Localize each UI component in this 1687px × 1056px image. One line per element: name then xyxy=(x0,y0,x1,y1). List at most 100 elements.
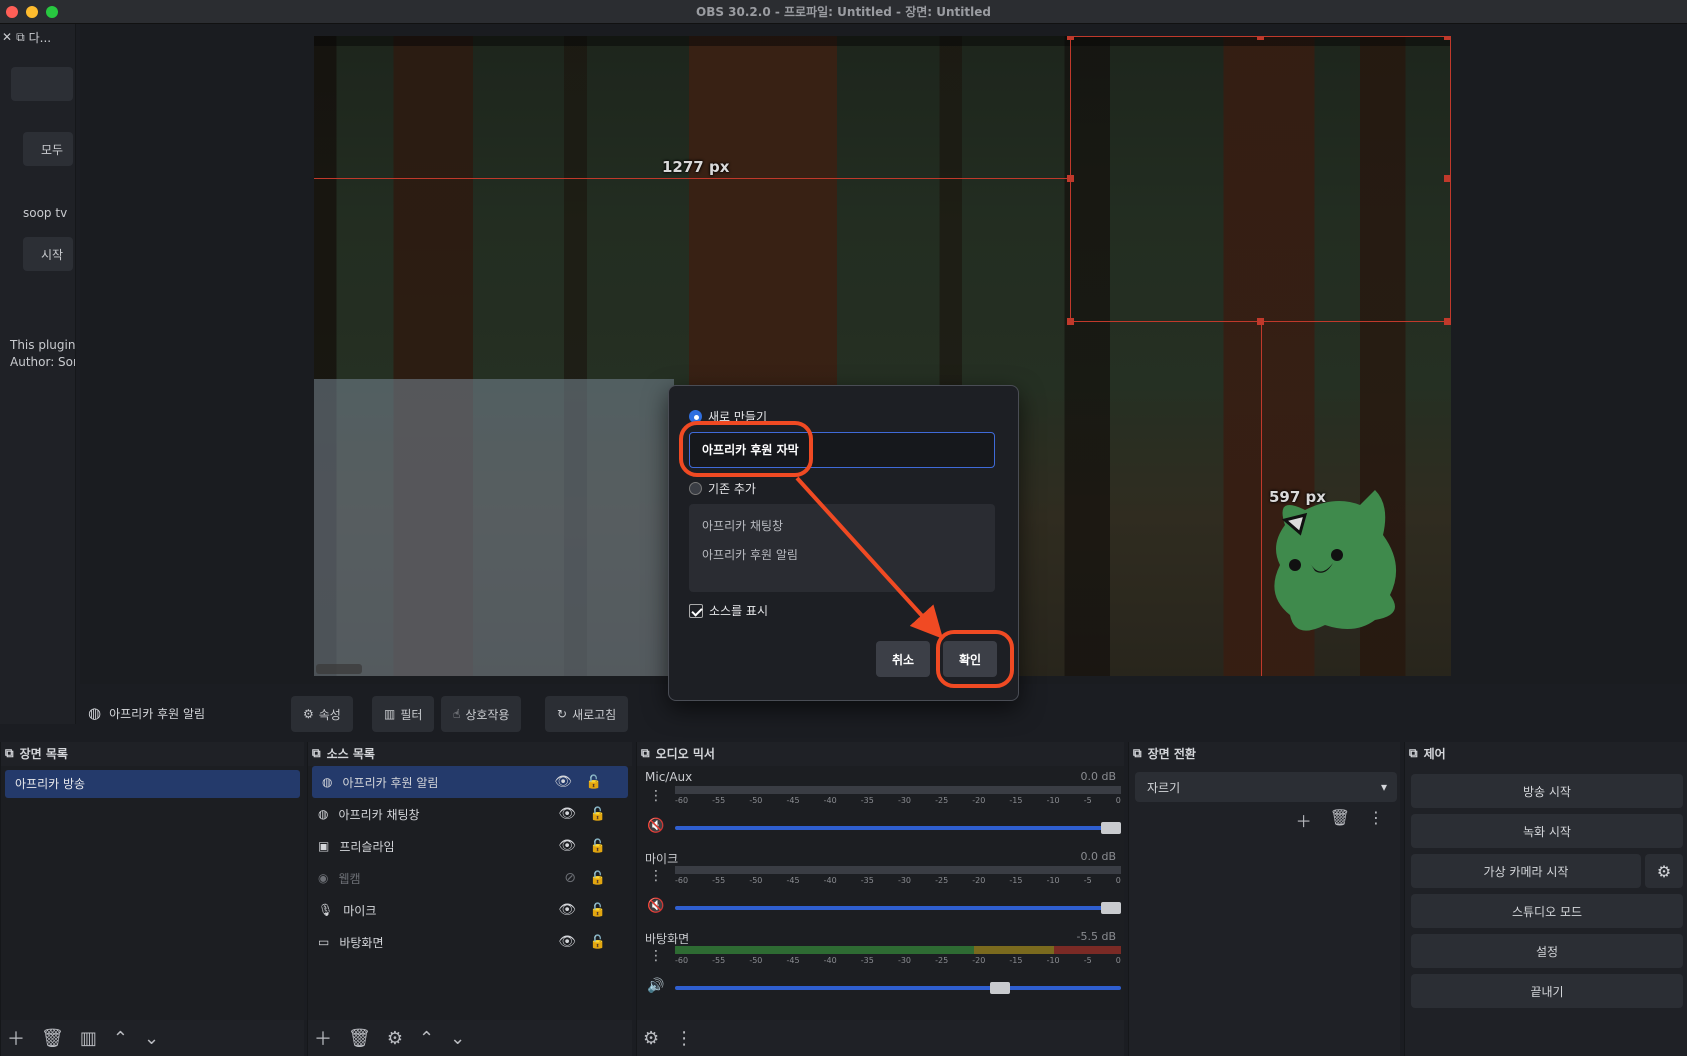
remove-transition-icon[interactable]: 🗑 xyxy=(1330,808,1350,832)
filters-button[interactable]: ▥ 필터 xyxy=(372,696,435,732)
source-item[interactable]: 🎙 마이크 👁 🔓 xyxy=(308,894,632,926)
refresh-button[interactable]: ↻ 새로고침 xyxy=(545,696,629,732)
visibility-eye-icon[interactable]: 👁 xyxy=(558,934,576,950)
start-recording-button[interactable]: 녹화 시작 xyxy=(1411,814,1683,848)
resize-handle[interactable] xyxy=(1067,175,1074,182)
transition-toolbar: ＋ 🗑 ⋮ xyxy=(1296,808,1384,832)
exit-button[interactable]: 끝내기 xyxy=(1411,974,1683,1008)
minimize-window-button[interactable] xyxy=(26,6,38,18)
volume-slider-handle[interactable] xyxy=(989,982,1010,994)
volume-slider-handle[interactable] xyxy=(1101,902,1121,914)
transition-select[interactable]: 자르기 ▾ xyxy=(1135,772,1397,802)
add-existing-option[interactable]: 기존 추가 xyxy=(689,480,756,497)
add-scene-icon[interactable]: ＋ xyxy=(7,1025,25,1051)
channel-db: 0.0 dB xyxy=(1080,850,1116,863)
resize-handle[interactable] xyxy=(1067,318,1074,325)
remove-source-icon[interactable]: 🗑 xyxy=(348,1028,371,1049)
webcam-source-box[interactable] xyxy=(314,379,674,676)
scene-filters-icon[interactable]: ▥ xyxy=(80,1028,97,1049)
volume-slider[interactable] xyxy=(675,826,1121,830)
source-item[interactable]: ▣ 프리슬라임 👁 🔓 xyxy=(308,830,632,862)
settings-button[interactable]: 설정 xyxy=(1411,934,1683,968)
interact-button[interactable]: ☝ 상호작용 xyxy=(441,696,522,732)
source-settings-icon[interactable]: ⚙ xyxy=(387,1028,403,1049)
visibility-eye-icon[interactable]: 👁 xyxy=(558,806,576,822)
volume-slider-handle[interactable] xyxy=(1101,822,1121,834)
volume-slider[interactable] xyxy=(675,906,1121,910)
move-up-icon[interactable]: ⌃ xyxy=(113,1028,128,1049)
meter-scale-tick: -50 xyxy=(749,796,763,805)
channel-menu-icon[interactable]: ⋮ xyxy=(649,868,663,884)
source-item[interactable]: ◉ 웹캠 ⊘ 🔓 xyxy=(308,862,632,894)
resize-handle[interactable] xyxy=(1444,36,1451,40)
transitions-dock-title: 장면 전환 xyxy=(1147,746,1196,761)
move-up-icon[interactable]: ⌃ xyxy=(419,1028,434,1049)
globe-icon: ◍ xyxy=(318,807,329,821)
muted-speaker-icon[interactable]: 🔇 xyxy=(647,898,664,914)
make-visible-option[interactable]: 소스를 표시 xyxy=(689,602,768,619)
resize-handle[interactable] xyxy=(1257,318,1264,325)
visibility-eye-icon[interactable]: 👁 xyxy=(558,902,576,918)
transition-menu-icon[interactable]: ⋮ xyxy=(1368,808,1384,832)
left-dock-blank-button[interactable] xyxy=(11,67,73,101)
remove-scene-icon[interactable]: 🗑 xyxy=(41,1028,64,1049)
visibility-eye-icon[interactable]: 👁 xyxy=(558,838,576,854)
resize-handle[interactable] xyxy=(1067,36,1074,40)
advanced-audio-icon[interactable]: ⚙ xyxy=(643,1028,659,1049)
virtual-camera-settings-button[interactable]: ⚙ xyxy=(1645,854,1683,888)
close-icon[interactable]: ✕ xyxy=(2,30,12,44)
volume-slider[interactable] xyxy=(675,986,1121,990)
channel-menu-icon[interactable]: ⋮ xyxy=(649,788,663,804)
start-streaming-button[interactable]: 방송 시작 xyxy=(1411,774,1683,808)
speaker-icon[interactable]: 🔊 xyxy=(647,978,664,994)
lock-icon[interactable]: 🔓 xyxy=(590,903,606,918)
source-item-label: 프리슬라임 xyxy=(339,839,395,854)
maximize-window-button[interactable] xyxy=(46,6,58,18)
chevron-down-icon: ▾ xyxy=(1380,780,1387,794)
dock-float-icon[interactable]: ⧉ xyxy=(1409,746,1418,761)
left-dock-button-all[interactable]: 모두 xyxy=(23,132,73,166)
mixer-menu-icon[interactable]: ⋮ xyxy=(675,1028,693,1049)
source-item[interactable]: ◍ 아프리카 채팅창 👁 🔓 xyxy=(308,798,632,830)
resize-handle[interactable] xyxy=(1444,318,1451,325)
visibility-eye-icon[interactable]: 👁 xyxy=(554,774,572,790)
window-title: OBS 30.2.0 - 프로파일: Untitled - 장면: Untitl… xyxy=(696,5,991,19)
move-down-icon[interactable]: ⌄ xyxy=(450,1028,465,1049)
make-visible-checkbox[interactable] xyxy=(689,603,703,618)
resize-handle[interactable] xyxy=(1444,175,1451,182)
cancel-button[interactable]: 취소 xyxy=(876,641,930,677)
lock-icon[interactable]: 🔓 xyxy=(586,775,602,790)
start-virtual-camera-button[interactable]: 가상 카메라 시작 xyxy=(1411,854,1641,888)
lock-icon[interactable]: 🔓 xyxy=(590,935,606,950)
add-transition-icon[interactable]: ＋ xyxy=(1296,808,1312,832)
dock-float-icon[interactable]: ⧉ xyxy=(5,746,14,761)
meter-scale-tick: -10 xyxy=(1046,876,1060,885)
move-down-icon[interactable]: ⌄ xyxy=(144,1028,159,1049)
highlight-ring-name-input xyxy=(679,421,813,477)
lock-icon[interactable]: 🔓 xyxy=(590,807,606,822)
left-dock-start-button[interactable]: 시작 xyxy=(23,237,73,271)
muted-speaker-icon[interactable]: 🔇 xyxy=(647,818,664,834)
source-item[interactable]: ▭ 바탕화면 👁 🔓 xyxy=(308,926,632,958)
lock-icon[interactable]: 🔓 xyxy=(590,871,606,886)
window-controls xyxy=(6,6,58,18)
add-source-icon[interactable]: ＋ xyxy=(314,1025,332,1051)
dock-float-icon[interactable]: ⧉ xyxy=(16,30,25,45)
studio-mode-button[interactable]: 스튜디오 모드 xyxy=(1411,894,1683,928)
lock-icon[interactable]: 🔓 xyxy=(590,839,606,854)
properties-button[interactable]: ⚙ 속성 xyxy=(291,696,353,732)
dock-float-icon[interactable]: ⧉ xyxy=(641,746,650,761)
hidden-eye-icon[interactable]: ⊘ xyxy=(564,870,576,886)
source-selection-box[interactable] xyxy=(1070,36,1451,322)
meter-scale-tick: -5 xyxy=(1083,876,1092,885)
scene-item[interactable]: 아프리카 방송 xyxy=(5,770,300,798)
dock-float-icon[interactable]: ⧉ xyxy=(312,746,321,761)
list-item[interactable]: 아프리카 채팅창 xyxy=(689,512,995,541)
add-existing-radio[interactable] xyxy=(689,482,702,495)
source-item[interactable]: ◍ 아프리카 후원 알림 👁 🔓 xyxy=(312,766,628,798)
dock-float-icon[interactable]: ⧉ xyxy=(1133,746,1142,761)
list-item[interactable]: 아프리카 후원 알림 xyxy=(689,541,995,570)
resize-handle[interactable] xyxy=(1257,36,1264,40)
channel-menu-icon[interactable]: ⋮ xyxy=(649,948,663,964)
close-window-button[interactable] xyxy=(6,6,18,18)
